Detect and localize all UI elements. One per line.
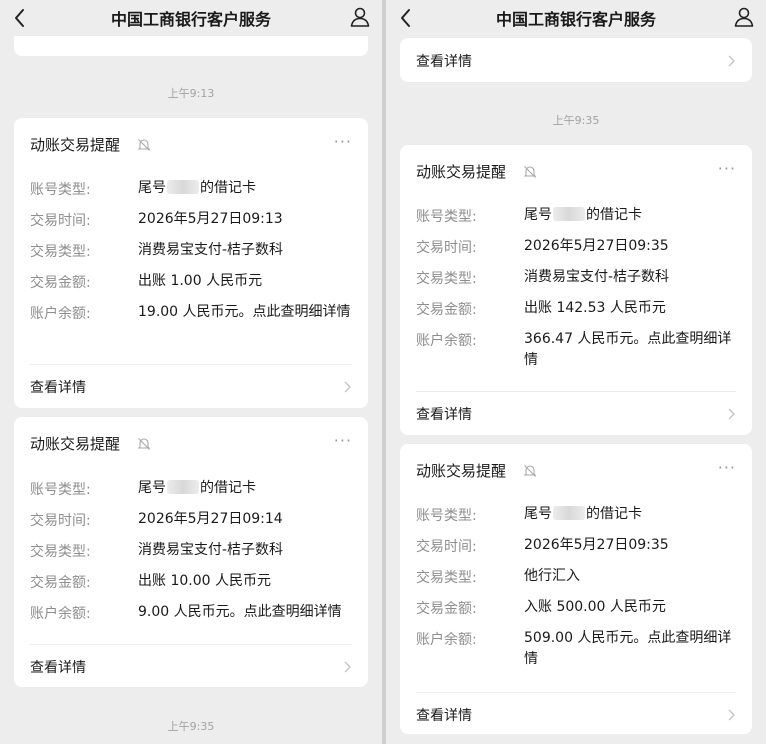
view-details-link[interactable]: 查看详情 (416, 705, 472, 725)
transaction-card[interactable]: 动账交易提醒 ··· 账号类型: 尾号 的借记卡 交易时间: 2026年5月27日… (14, 118, 368, 408)
card-title: 动账交易提醒 (416, 163, 507, 181)
time-label: 交易时间: (416, 539, 477, 555)
view-details-link[interactable]: 查看详情 (30, 377, 86, 397)
account-prefix: 尾号 (524, 506, 552, 522)
time-value: 2026年5月27日09:35 (524, 238, 669, 254)
transaction-card[interactable]: 动账交易提醒 ··· 账号类型: 尾号 的借记卡 交易时间: 2026年5月27日… (400, 444, 752, 734)
more-options-icon[interactable]: ··· (334, 431, 352, 450)
timestamp: 上午9:35 (167, 720, 215, 733)
chevron-right-icon (728, 55, 735, 67)
account-suffix: 的借记卡 (200, 180, 256, 196)
view-details-link[interactable]: 查看详情 (416, 51, 472, 71)
mute-bell-icon (523, 166, 537, 178)
amount-label: 交易金额: (416, 302, 477, 318)
navbar: 中国工商银行客户服务 (0, 0, 382, 36)
masked-account-number (167, 480, 199, 494)
type-value: 消费易宝支付-桔子数科 (138, 242, 284, 258)
more-options-icon[interactable]: ··· (718, 458, 736, 477)
card-title: 动账交易提醒 (30, 136, 121, 154)
timestamp: 上午9:35 (552, 114, 600, 127)
user-profile-icon[interactable] (348, 5, 372, 29)
more-options-icon[interactable]: ··· (718, 159, 736, 178)
account-type-value: 尾号 的借记卡 (138, 478, 256, 499)
divider (416, 391, 736, 392)
card-title: 动账交易提醒 (30, 435, 121, 453)
mute-bell-icon (137, 438, 151, 450)
amount-label: 交易金额: (30, 575, 91, 591)
amount-value: 出账 142.53 人民币元 (524, 300, 666, 316)
account-prefix: 尾号 (524, 207, 552, 223)
page-title: 中国工商银行客户服务 (495, 10, 656, 29)
divider (30, 644, 352, 645)
balance-value[interactable]: 366.47 人民币元。点此查明细详情 (524, 329, 738, 371)
type-value: 他行汇入 (524, 568, 580, 584)
masked-account-number (167, 180, 199, 194)
account-type-value: 尾号 的借记卡 (138, 178, 256, 199)
time-label: 交易时间: (416, 240, 477, 256)
previous-message-card[interactable]: 查看详情 (400, 38, 752, 82)
balance-label: 账户余额: (30, 606, 91, 622)
view-details-link[interactable]: 查看详情 (416, 404, 472, 424)
card-title: 动账交易提醒 (416, 462, 507, 480)
user-profile-icon[interactable] (732, 5, 756, 29)
balance-value[interactable]: 9.00 人民币元。点此查明细详情 (138, 602, 362, 623)
type-value: 消费易宝支付-桔子数科 (524, 269, 670, 285)
account-type-label: 账号类型: (30, 182, 91, 198)
chevron-right-icon (344, 381, 351, 393)
more-options-icon[interactable]: ··· (334, 132, 352, 151)
transaction-card[interactable]: 动账交易提醒 ··· 账号类型: 尾号 的借记卡 交易时间: 2026年5月27日… (14, 417, 368, 687)
amount-label: 交易金额: (416, 601, 477, 617)
amount-value: 出账 10.00 人民币元 (138, 573, 271, 589)
account-suffix: 的借记卡 (200, 480, 256, 496)
type-label: 交易类型: (30, 244, 91, 260)
time-label: 交易时间: (30, 513, 91, 529)
account-type-value: 尾号 的借记卡 (524, 205, 642, 226)
type-value: 消费易宝支付-桔子数科 (138, 542, 284, 558)
account-prefix: 尾号 (138, 480, 166, 496)
divider (416, 692, 736, 693)
type-label: 交易类型: (416, 271, 477, 287)
chevron-right-icon (728, 408, 735, 420)
account-type-label: 账号类型: (416, 508, 477, 524)
time-label: 交易时间: (30, 213, 91, 229)
masked-account-number (553, 506, 585, 520)
balance-label: 账户余额: (30, 306, 91, 322)
account-type-label: 账号类型: (30, 482, 91, 498)
timestamp: 上午9:13 (167, 87, 215, 100)
account-prefix: 尾号 (138, 180, 166, 196)
type-label: 交易类型: (30, 544, 91, 560)
time-value: 2026年5月27日09:35 (524, 537, 669, 553)
mute-bell-icon (523, 465, 537, 477)
page-title: 中国工商银行客户服务 (110, 10, 271, 29)
account-type-label: 账号类型: (416, 209, 477, 225)
chevron-right-icon (728, 709, 735, 721)
mute-bell-icon (137, 139, 151, 151)
balance-label: 账户余额: (416, 333, 477, 349)
account-suffix: 的借记卡 (586, 506, 642, 522)
account-suffix: 的借记卡 (586, 207, 642, 223)
chat-panel-left: 中国工商银行客户服务 上午9:13 动账交易提醒 ··· 账号类型: 尾号的借记… (0, 0, 382, 744)
view-details-link[interactable]: 查看详情 (30, 657, 86, 677)
chat-panel-right: 中国工商银行客户服务 查看详情 上午9:35 动账交易提醒 ··· 账号类型: … (386, 0, 766, 744)
chevron-right-icon (344, 661, 351, 673)
amount-value: 出账 1.00 人民币元 (138, 273, 263, 289)
masked-account-number (553, 207, 585, 221)
navbar: 中国工商银行客户服务 (386, 0, 766, 36)
divider (30, 364, 352, 365)
balance-value[interactable]: 509.00 人民币元。点此查明细详情 (524, 628, 738, 670)
transaction-card[interactable]: 动账交易提醒 ··· 账号类型: 尾号 的借记卡 交易时间: 2026年5月27日… (400, 145, 752, 435)
account-type-value: 尾号 的借记卡 (524, 504, 642, 525)
balance-value[interactable]: 19.00 人民币元。点此查明细详情 (138, 302, 352, 323)
balance-label: 账户余额: (416, 632, 477, 648)
amount-value: 入账 500.00 人民币元 (524, 599, 666, 615)
time-value: 2026年5月27日09:14 (138, 511, 283, 527)
time-value: 2026年5月27日09:13 (138, 211, 283, 227)
amount-label: 交易金额: (30, 275, 91, 291)
type-label: 交易类型: (416, 570, 477, 586)
